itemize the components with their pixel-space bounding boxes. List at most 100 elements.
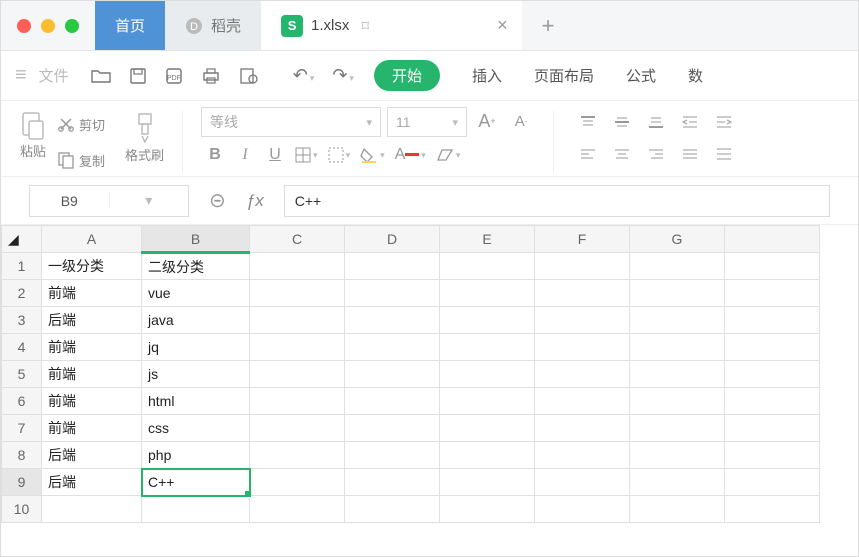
col-header-B[interactable]: B (142, 226, 250, 253)
cell-A2[interactable]: 前端 (42, 280, 142, 307)
save-icon[interactable] (123, 63, 153, 89)
cell-B2[interactable]: vue (142, 280, 250, 307)
col-header-F[interactable]: F (535, 226, 630, 253)
cell-D3[interactable] (345, 307, 440, 334)
align-middle-icon[interactable] (606, 107, 638, 137)
cell-C10[interactable] (250, 496, 345, 523)
cell-G9[interactable] (630, 469, 725, 496)
cell-D5[interactable] (345, 361, 440, 388)
cell-A9[interactable]: 后端 (42, 469, 142, 496)
col-header-G[interactable]: G (630, 226, 725, 253)
cell-F6[interactable] (535, 388, 630, 415)
cut-button[interactable]: 剪切 (57, 109, 105, 139)
fill-color-button[interactable]: ▾ (356, 141, 389, 169)
menu-formula[interactable]: 公式 (626, 65, 656, 86)
row-header-4[interactable]: 4 (2, 334, 42, 361)
row-header-3[interactable]: 3 (2, 307, 42, 334)
redo-icon[interactable]: ↷▾ (326, 61, 360, 90)
col-header-extra[interactable] (725, 226, 820, 253)
print-icon[interactable] (195, 63, 227, 89)
cell-E3[interactable] (440, 307, 535, 334)
align-bottom-icon[interactable] (640, 107, 672, 137)
cell-style-button[interactable]: ▾ (324, 141, 355, 169)
cell-G7[interactable] (630, 415, 725, 442)
cell-C2[interactable] (250, 280, 345, 307)
cell-E5[interactable] (440, 361, 535, 388)
font-size-select[interactable]: 11▾ (387, 107, 467, 137)
cell-B9[interactable]: C++ (142, 469, 250, 496)
format-painter[interactable]: 格式刷 (125, 107, 164, 176)
undo-icon[interactable]: ↶▾ (287, 61, 321, 90)
close-window-icon[interactable] (17, 19, 31, 33)
font-grow-icon[interactable]: A+ (473, 107, 501, 135)
cell-E2[interactable] (440, 280, 535, 307)
cell-C9[interactable] (250, 469, 345, 496)
cell-extra[interactable] (725, 280, 820, 307)
cell-C1[interactable] (250, 253, 345, 280)
align-top-icon[interactable] (572, 107, 604, 137)
maximize-window-icon[interactable] (65, 19, 79, 33)
cell-F10[interactable] (535, 496, 630, 523)
cell-A4[interactable]: 前端 (42, 334, 142, 361)
screen-icon[interactable]: ⌑ (361, 17, 369, 35)
tab-daoke[interactable]: D 稻壳 (165, 1, 261, 50)
cell-A6[interactable]: 前端 (42, 388, 142, 415)
indent-increase-icon[interactable] (708, 107, 740, 137)
cell-C6[interactable] (250, 388, 345, 415)
align-justify-icon[interactable] (674, 139, 706, 169)
col-header-D[interactable]: D (345, 226, 440, 253)
name-box[interactable]: B9 ▾ (29, 185, 189, 217)
row-header-10[interactable]: 10 (2, 496, 42, 523)
menu-layout[interactable]: 页面布局 (534, 65, 594, 86)
cell-D7[interactable] (345, 415, 440, 442)
zoom-icon[interactable]: ⊝ (209, 188, 226, 213)
cell-extra[interactable] (725, 334, 820, 361)
cell-G10[interactable] (630, 496, 725, 523)
cell-extra[interactable] (725, 469, 820, 496)
cell-F2[interactable] (535, 280, 630, 307)
cell-C8[interactable] (250, 442, 345, 469)
cell-D2[interactable] (345, 280, 440, 307)
cell-A10[interactable] (42, 496, 142, 523)
spreadsheet-grid[interactable]: ◢ABCDEFG1一级分类二级分类2前端vue3后端java4前端jq5前端js… (1, 225, 858, 523)
cell-A5[interactable]: 前端 (42, 361, 142, 388)
cell-F1[interactable] (535, 253, 630, 280)
file-menu[interactable]: 文件 (39, 65, 69, 86)
cell-extra[interactable] (725, 496, 820, 523)
italic-button[interactable]: I (231, 141, 259, 169)
col-header-A[interactable]: A (42, 226, 142, 253)
cell-extra[interactable] (725, 253, 820, 280)
paste-icon[interactable] (19, 109, 47, 141)
cell-B4[interactable]: jq (142, 334, 250, 361)
row-header-7[interactable]: 7 (2, 415, 42, 442)
eraser-button[interactable]: ▾ (432, 141, 465, 169)
font-color-button[interactable]: A▾ (391, 141, 430, 169)
col-header-E[interactable]: E (440, 226, 535, 253)
align-center-icon[interactable] (606, 139, 638, 169)
cell-B1[interactable]: 二级分类 (142, 253, 250, 280)
select-all-corner[interactable]: ◢ (2, 226, 42, 253)
cell-E8[interactable] (440, 442, 535, 469)
cell-A8[interactable]: 后端 (42, 442, 142, 469)
underline-button[interactable]: U (261, 141, 289, 169)
menu-data[interactable]: 数 (688, 65, 703, 86)
cell-D10[interactable] (345, 496, 440, 523)
cell-A1[interactable]: 一级分类 (42, 253, 142, 280)
menu-start[interactable]: 开始 (374, 60, 440, 91)
cell-C3[interactable] (250, 307, 345, 334)
cell-E6[interactable] (440, 388, 535, 415)
cell-D9[interactable] (345, 469, 440, 496)
cell-G2[interactable] (630, 280, 725, 307)
row-header-2[interactable]: 2 (2, 280, 42, 307)
align-left-icon[interactable] (572, 139, 604, 169)
menu-icon[interactable]: ≡ (15, 64, 27, 87)
cell-G8[interactable] (630, 442, 725, 469)
cell-F8[interactable] (535, 442, 630, 469)
cell-D6[interactable] (345, 388, 440, 415)
cell-E10[interactable] (440, 496, 535, 523)
cell-C7[interactable] (250, 415, 345, 442)
copy-button[interactable]: 复制 (57, 145, 105, 175)
row-header-1[interactable]: 1 (2, 253, 42, 280)
row-header-5[interactable]: 5 (2, 361, 42, 388)
tab-file-1xlsx[interactable]: S 1.xlsx ⌑ × (261, 1, 522, 50)
